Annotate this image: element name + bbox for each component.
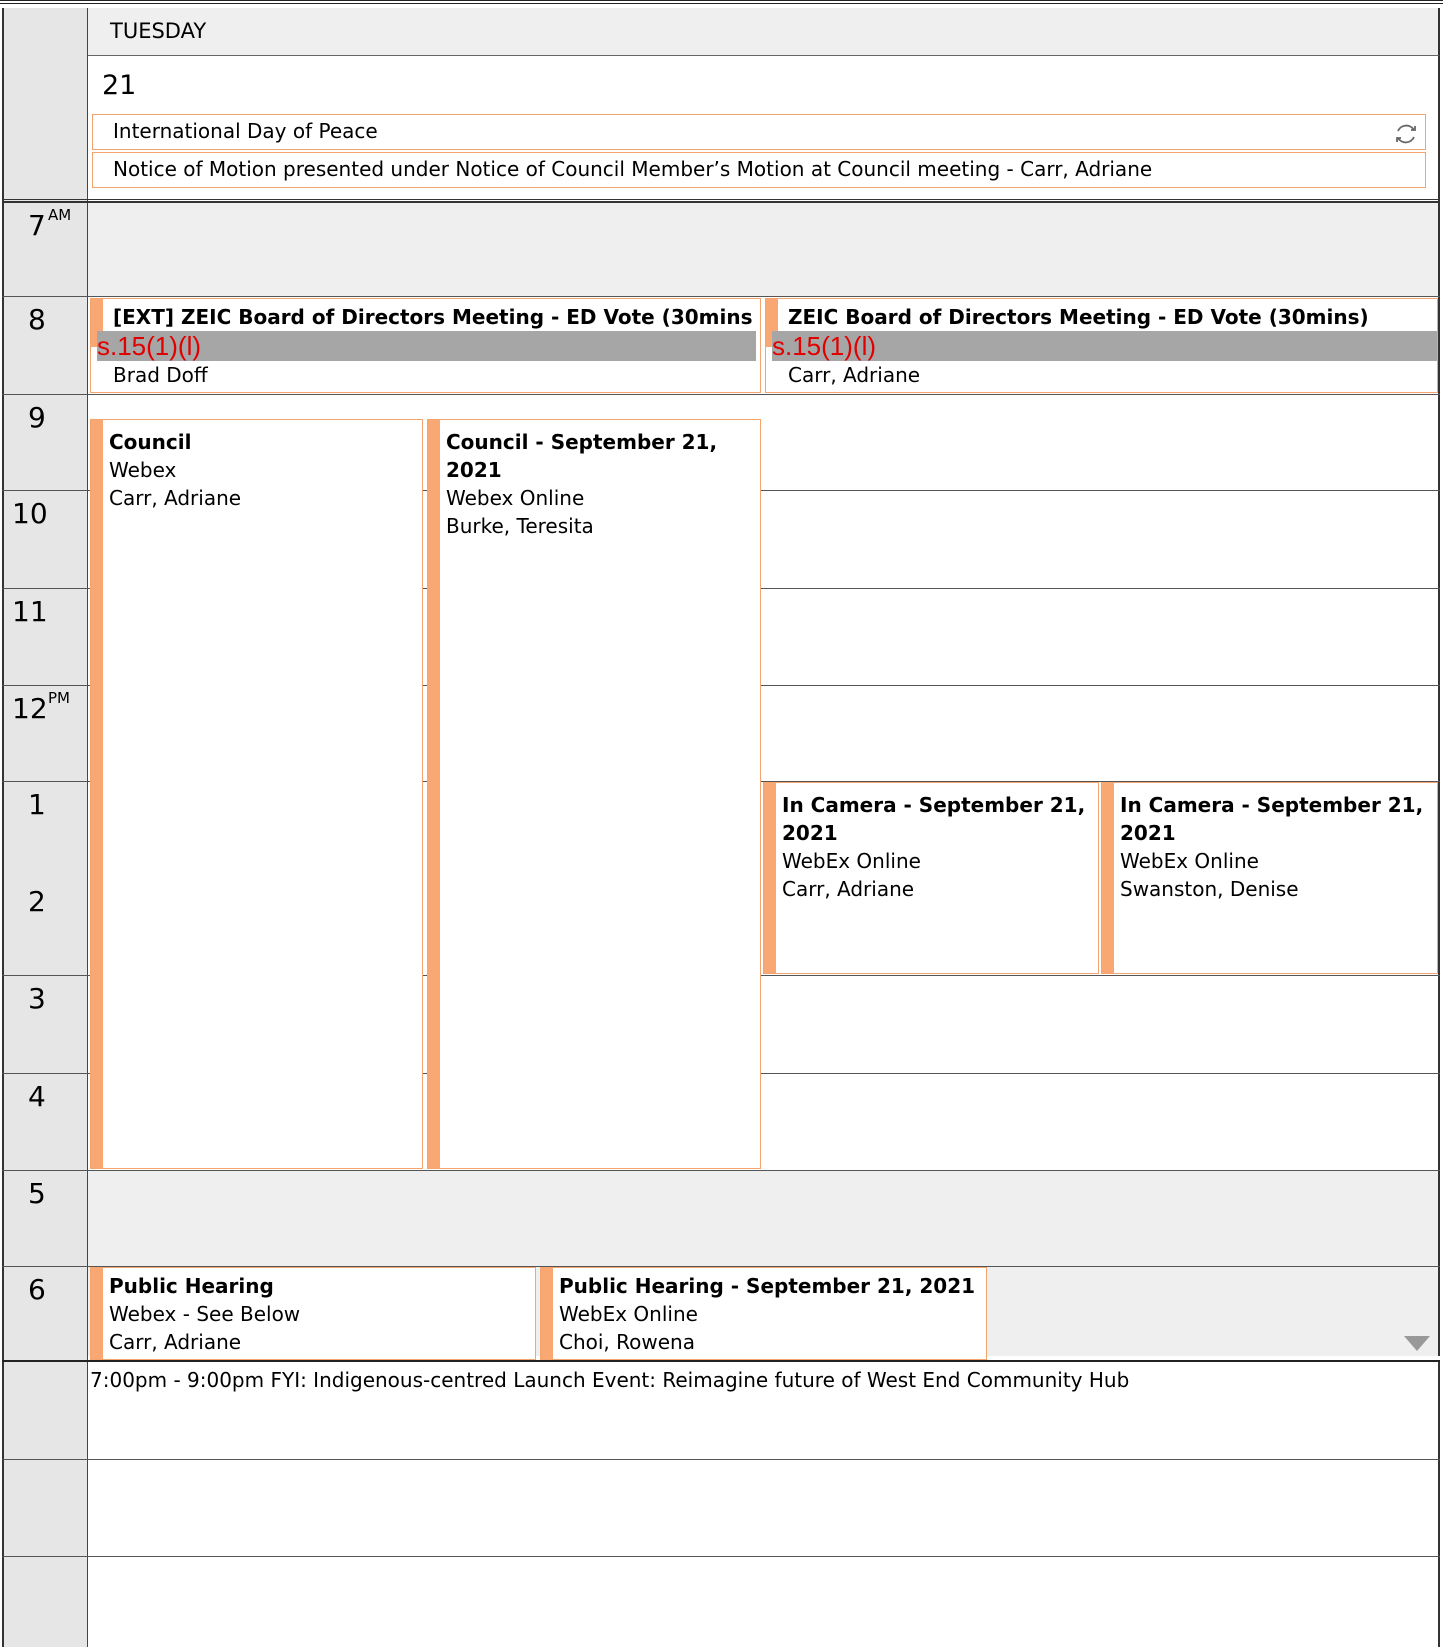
day-header: TUESDAY <box>88 8 1440 56</box>
event-color-bar <box>541 1268 553 1359</box>
event-location: Webex <box>109 458 177 482</box>
event-organizer: Swanston, Denise <box>1120 877 1299 901</box>
hour-line <box>2 296 1440 297</box>
all-day-event-title: Notice of Motion presented under Notice … <box>113 157 1153 181</box>
event-location: WebEx Online <box>1120 849 1259 873</box>
event-organizer: Carr, Adriane <box>782 877 915 901</box>
grid-5pm <box>88 1170 1440 1263</box>
redaction-label: s.15(1)(l) <box>772 331 1437 361</box>
hour-line <box>2 394 1440 395</box>
event-location: Webex - See Below <box>109 1302 301 1326</box>
event-council-sep-21[interactable]: Council - September 21, 2021 Webex Onlin… <box>427 419 761 1169</box>
grid-7am <box>88 203 1440 296</box>
event-title: In Camera - September 21, 2021 <box>1120 793 1424 845</box>
event-title: Public Hearing - September 21, 2021 <box>559 1274 976 1298</box>
event-title: In Camera - September 21, 2021 <box>782 793 1086 845</box>
hour-line <box>2 1556 1440 1557</box>
event-in-camera-1[interactable]: In Camera - September 21, 2021 WebEx Onl… <box>763 782 1099 974</box>
event-public-hearing[interactable]: Public Hearing Webex - See Below Carr, A… <box>90 1267 536 1360</box>
event-title: ZEIC Board of Directors Meeting - ED Vot… <box>788 305 1369 329</box>
all-day-event-title: International Day of Peace <box>113 119 378 143</box>
hour-line <box>2 1170 1440 1171</box>
event-color-bar <box>91 1268 103 1359</box>
event-organizer: Choi, Rowena <box>559 1330 695 1354</box>
sync-icon <box>1393 121 1419 147</box>
event-council[interactable]: Council Webex Carr, Adriane <box>90 419 423 1169</box>
event-organizer: Carr, Adriane <box>109 1330 242 1354</box>
event-title: Council <box>109 430 192 454</box>
event-color-bar <box>428 420 440 1168</box>
weekday-label: TUESDAY <box>110 19 207 43</box>
event-public-hearing-sep-21[interactable]: Public Hearing - September 21, 2021 WebE… <box>540 1267 987 1360</box>
time-gutter <box>2 8 88 1647</box>
event-title: [EXT] ZEIC Board of Directors Meeting - … <box>113 305 754 329</box>
event-location: WebEx Online <box>782 849 921 873</box>
event-organizer: Brad Doff <box>113 363 208 387</box>
all-day-event-notice[interactable]: Notice of Motion presented under Notice … <box>92 152 1426 188</box>
event-in-camera-2[interactable]: In Camera - September 21, 2021 WebEx Onl… <box>1101 782 1438 974</box>
event-color-bar <box>764 783 776 973</box>
event-zeic-ext[interactable]: [EXT] ZEIC Board of Directors Meeting - … <box>90 298 761 393</box>
event-location: Webex Online <box>446 486 585 510</box>
event-title: Public Hearing <box>109 1274 274 1298</box>
event-organizer: Burke, Teresita <box>446 514 594 538</box>
event-organizer: Carr, Adriane <box>788 363 921 387</box>
evening-note[interactable]: 7:00pm - 9:00pm FYI: Indigenous-centred … <box>90 1368 1129 1392</box>
event-color-bar <box>1102 783 1114 973</box>
redaction-label: s.15(1)(l) <box>97 331 756 361</box>
event-location: WebEx Online <box>559 1302 698 1326</box>
evening-divider <box>2 1360 1440 1362</box>
date-number[interactable]: 21 <box>102 70 136 101</box>
event-zeic[interactable]: ZEIC Board of Directors Meeting - ED Vot… <box>765 298 1438 393</box>
all-day-event-peace[interactable]: International Day of Peace <box>92 114 1426 150</box>
event-organizer: Carr, Adriane <box>109 486 242 510</box>
more-events-down-icon[interactable] <box>1404 1336 1430 1351</box>
event-color-bar <box>91 420 103 1168</box>
grid-below <box>88 1362 1440 1647</box>
hour-line <box>2 1459 1440 1460</box>
event-title: Council - September 21, 2021 <box>446 430 718 482</box>
